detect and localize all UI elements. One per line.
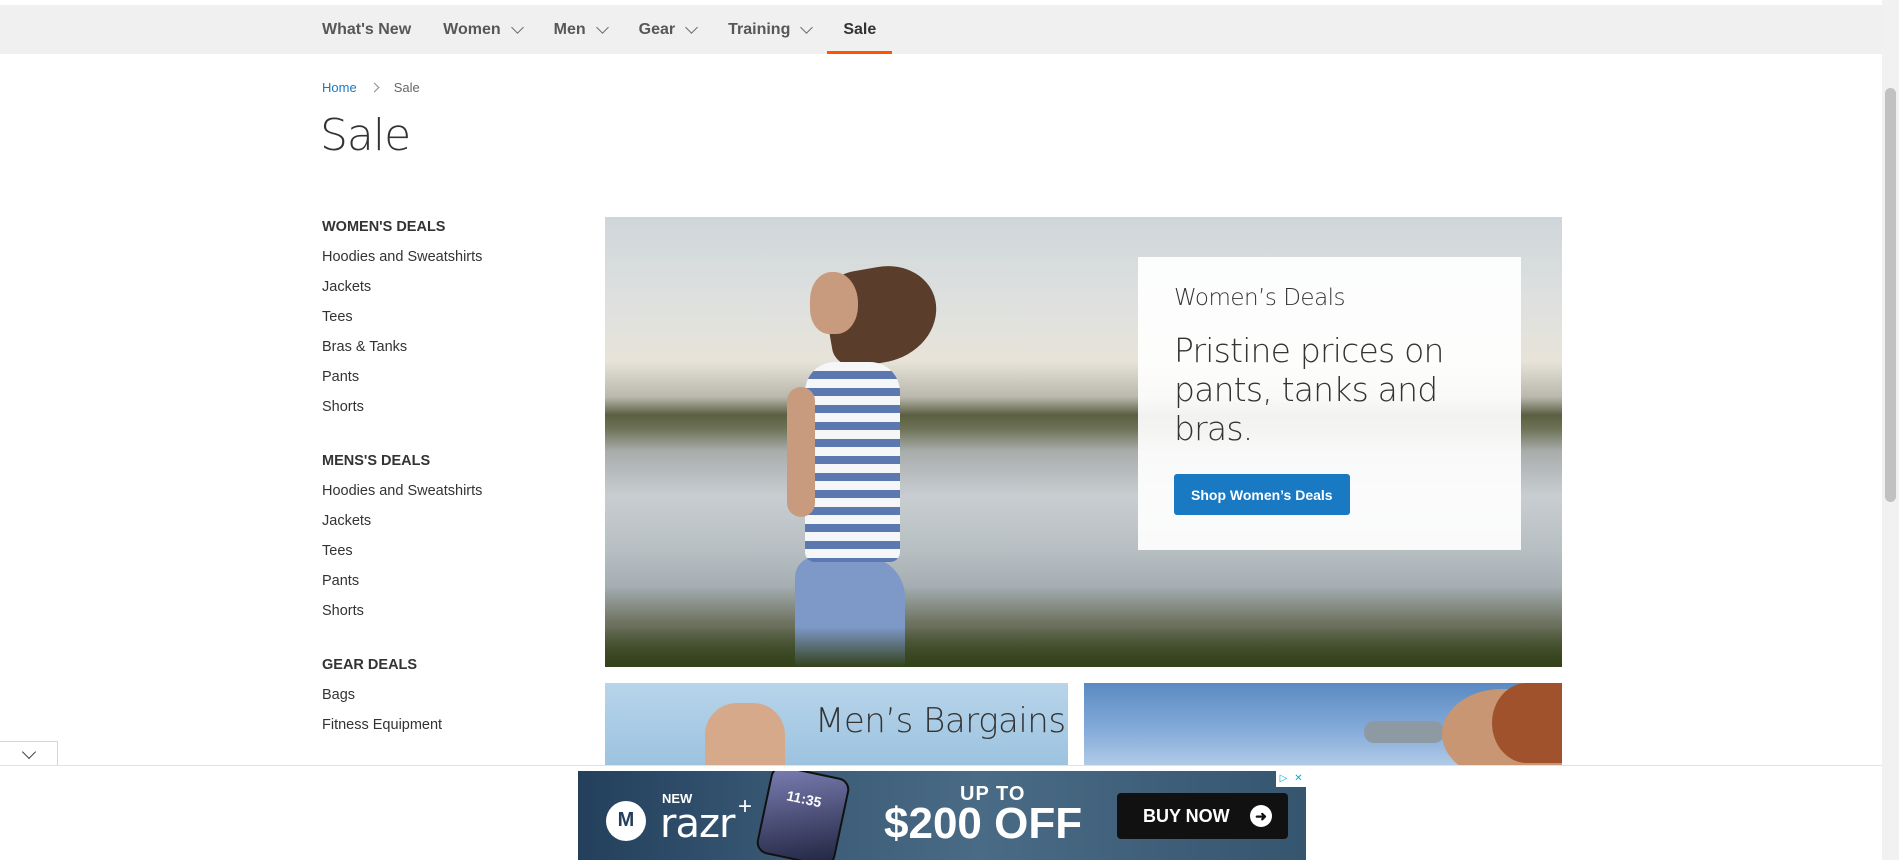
tile-bottle-image [1364,721,1444,743]
sidebar-link[interactable]: Tees [322,306,562,336]
ad-footer-bar: NEW razr + 11:35 UP TO $200 OFF BUY NOW … [0,765,1882,860]
hero-banner[interactable]: Women’s Deals Pristine prices on pants, … [605,217,1562,667]
nav-item-sale[interactable]: Sale [827,5,893,54]
chevron-down-icon [685,20,698,34]
ad-phone-image: 11:35 [754,771,852,860]
ad-phone-clock: 11:35 [785,787,823,811]
chevron-down-icon [800,20,814,34]
hero-headline: Pristine prices on pants, tanks and bras… [1174,331,1444,448]
head-shape [810,272,858,334]
page-scrollbar[interactable] [1882,0,1899,860]
sidebar-link[interactable]: Fitness Equipment [322,714,562,744]
sidebar-link[interactable]: Hoodies and Sweatshirts [322,246,562,276]
nav-item-men[interactable]: Men [538,5,623,54]
close-icon[interactable]: ✕ [1291,771,1306,787]
nav-item-label: Women [443,20,501,38]
torso-shape [805,362,900,562]
sidebar-group-title: MENS'S DEALS [322,453,431,469]
scrollbar-thumb[interactable] [1885,88,1896,502]
sidebar-link[interactable]: Tees [322,540,562,570]
tile-person-image [705,703,785,765]
tile-hair-image [1492,683,1562,763]
ad-brand: razr [660,801,735,847]
sidebar-link[interactable]: Pants [322,366,562,396]
sidebar-group-gear-deals: GEAR DEALS Bags Fitness Equipment [322,654,562,744]
gear-deals-tile[interactable] [1084,683,1562,765]
shop-womens-deals-button[interactable]: Shop Women’s Deals [1174,474,1350,515]
sidebar-link[interactable]: Bags [322,684,562,714]
ad-brand-plus: + [738,793,753,820]
nav-item-label: Sale [843,20,877,38]
motorola-logo-icon [606,801,646,841]
sidebar-link[interactable]: Shorts [322,396,562,426]
breadcrumb-current: Sale [393,80,420,95]
sidebar-group-mens-deals: MENS'S DEALS Hoodies and Sweatshirts Jac… [322,450,562,630]
sidebar-link[interactable]: Shorts [322,600,562,630]
breadcrumb: Home Sale [322,80,420,95]
arrow-right-icon: ➜ [1250,805,1272,827]
ad-choices-controls: ▷ ✕ [1276,771,1306,787]
ad-amount: $200 OFF [884,799,1083,848]
nav-menu: What's New Women Men Gear Training Sale [322,5,893,54]
nav-item-label: What's New [322,20,412,38]
buy-now-button[interactable]: BUY NOW ➜ [1117,793,1288,839]
sidebar-group-title: WOMEN'S DEALS [322,219,446,235]
nav-item-women[interactable]: Women [427,5,537,54]
nav-item-label: Gear [638,20,676,38]
chevron-down-icon [595,20,609,34]
sidebar-group-womens-deals: WOMEN'S DEALS Hoodies and Sweatshirts Ja… [322,216,562,426]
mens-bargains-tile[interactable]: Men’s Bargains [605,683,1068,765]
tile-title: Men’s Bargains [815,701,1066,741]
sidebar-link[interactable]: Jackets [322,276,562,306]
hero-runner-image [765,258,945,667]
nav-item-whats-new[interactable]: What's New [322,5,427,54]
sidebar-link[interactable]: Pants [322,570,562,600]
sidebar-link[interactable]: Hoodies and Sweatshirts [322,480,562,510]
nav-item-training[interactable]: Training [712,5,827,54]
hero-kicker: Women’s Deals [1174,285,1346,311]
sidebar-link[interactable]: Bras & Tanks [322,336,562,366]
collapse-toggle-button[interactable] [0,741,58,766]
chevron-down-icon [21,744,36,759]
chevron-down-icon [510,20,524,34]
arm-shape [787,387,815,517]
grass-decoration [605,627,1562,667]
nav-item-gear[interactable]: Gear [623,5,712,54]
hero-promo-card: Women’s Deals Pristine prices on pants, … [1138,257,1521,550]
main-navigation: What's New Women Men Gear Training Sale [0,5,1882,54]
sidebar: WOMEN'S DEALS Hoodies and Sweatshirts Ja… [322,216,562,768]
breadcrumb-home-link[interactable]: Home [322,80,357,95]
nav-item-label: Training [728,20,791,38]
ad-choices-icon[interactable]: ▷ [1276,771,1291,787]
sidebar-group-title: GEAR DEALS [322,657,418,673]
chevron-right-icon [369,82,380,93]
nav-item-label: Men [553,20,586,38]
page-title: Sale [320,110,411,161]
advertisement-banner[interactable]: NEW razr + 11:35 UP TO $200 OFF BUY NOW … [578,771,1306,860]
sidebar-link[interactable]: Jackets [322,510,562,540]
buy-now-label: BUY NOW [1143,805,1230,826]
